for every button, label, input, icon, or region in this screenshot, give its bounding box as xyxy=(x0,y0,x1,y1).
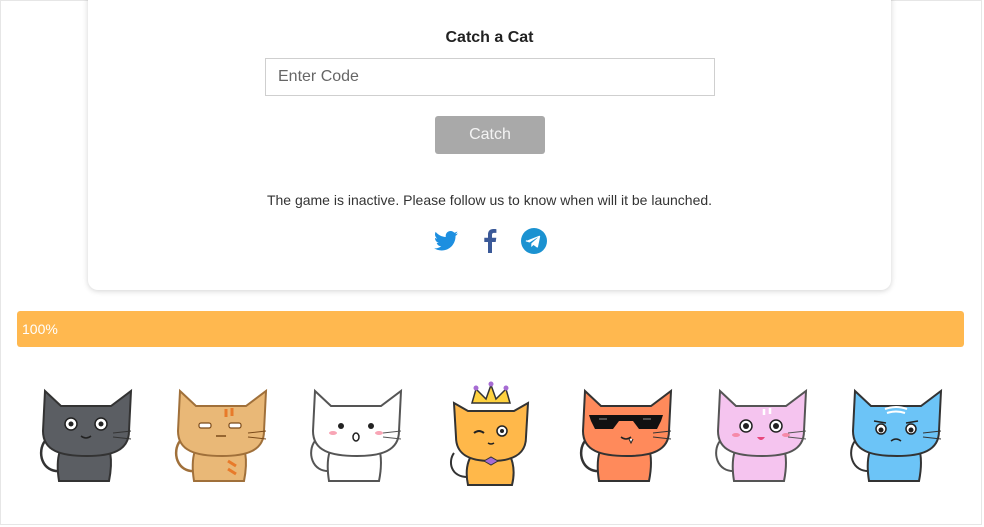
status-message: The game is inactive. Please follow us t… xyxy=(266,192,713,208)
cat-cool-icon[interactable] xyxy=(571,381,681,491)
twitter-icon[interactable] xyxy=(433,228,459,254)
facebook-icon[interactable] xyxy=(477,228,503,254)
cat-king-icon[interactable] xyxy=(436,381,546,491)
code-input[interactable] xyxy=(265,58,715,96)
catch-card: Catch a Cat Catch The game is inactive. … xyxy=(88,0,891,290)
page: Catch a Cat Catch The game is inactive. … xyxy=(0,0,982,525)
progress-fill xyxy=(17,311,964,347)
catch-button[interactable]: Catch xyxy=(435,116,545,154)
progress-bar: 100% xyxy=(17,311,964,347)
progress-label: 100% xyxy=(22,321,58,337)
cat-white-icon[interactable] xyxy=(301,381,411,491)
cat-gallery xyxy=(31,381,951,491)
cat-tabby-icon[interactable] xyxy=(166,381,276,491)
cat-gray-icon[interactable] xyxy=(31,381,141,491)
game-title: Catch a Cat xyxy=(445,29,534,46)
social-links xyxy=(88,227,891,255)
telegram-icon[interactable] xyxy=(520,228,547,254)
cat-blue-icon[interactable] xyxy=(841,381,951,491)
cat-pink-icon[interactable] xyxy=(706,381,816,491)
